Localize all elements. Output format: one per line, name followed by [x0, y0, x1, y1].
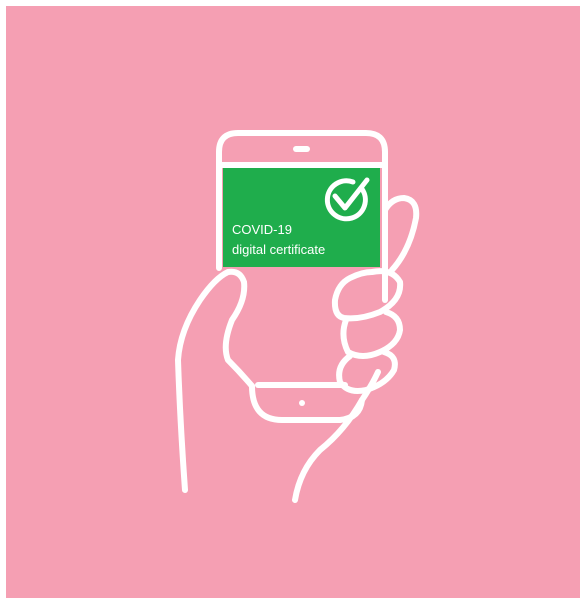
certificate-line-2: digital certificate — [232, 242, 326, 257]
certificate-line-1: COVID-19 — [232, 222, 292, 237]
certificate-text: COVID-19 digital certificate — [232, 220, 325, 260]
phone-in-hand-illustration — [175, 130, 420, 503]
